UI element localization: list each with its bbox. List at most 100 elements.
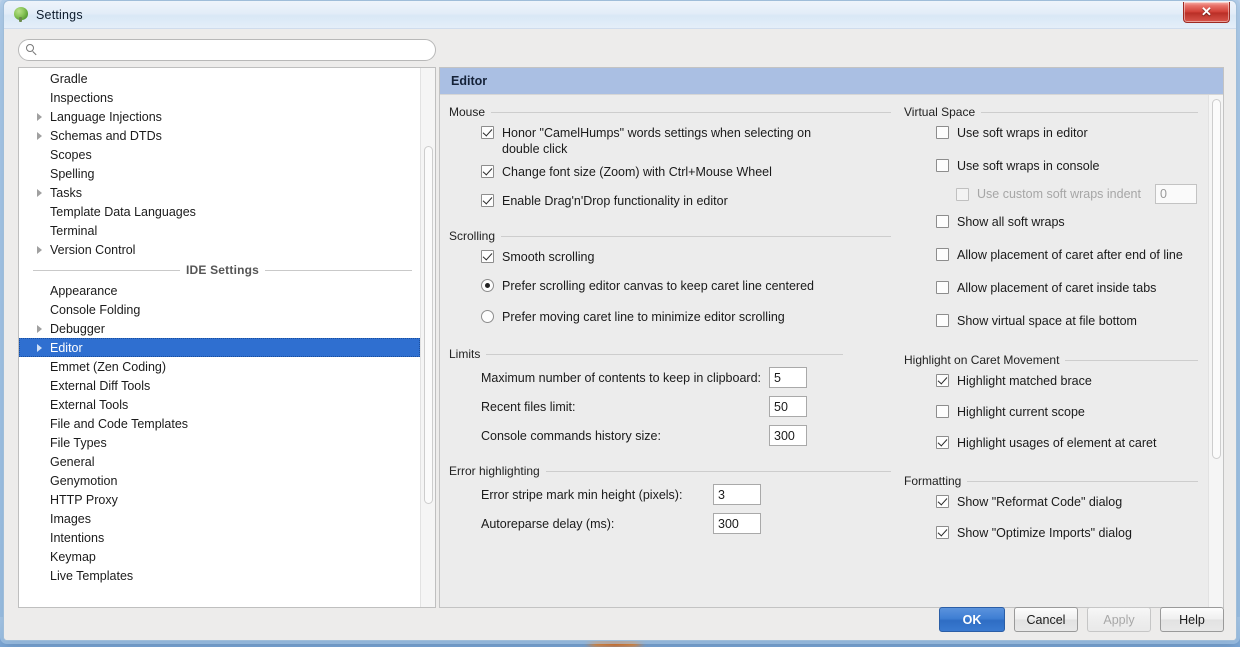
checkbox-highlight-matched-brace[interactable] — [936, 374, 949, 387]
option-show-optimize-imports-dialog[interactable]: Show "Optimize Imports" dialog — [904, 525, 1204, 547]
sidebar-item-gradle[interactable]: Gradle — [19, 69, 420, 88]
option-caret-inside-tabs[interactable]: Allow placement of caret inside tabs — [904, 280, 1204, 302]
option-virtual-space-file-bottom[interactable]: Show virtual space at file bottom — [904, 313, 1204, 335]
chevron-right-icon[interactable] — [33, 113, 46, 121]
sidebar-item-label: Scopes — [50, 147, 92, 162]
sidebar-item-template-data-languages[interactable]: Template Data Languages — [19, 202, 420, 221]
option-enable-dragndrop[interactable]: Enable Drag'n'Drop functionality in edit… — [449, 193, 897, 215]
sidebar-item-intentions[interactable]: Intentions — [19, 528, 420, 547]
input-recent-files-limit[interactable] — [769, 396, 807, 417]
group-label-scrolling: Scrolling — [449, 229, 496, 243]
sidebar-item-file-types[interactable]: File Types — [19, 433, 420, 452]
option-smooth-scrolling[interactable]: Smooth scrolling — [449, 249, 897, 271]
sidebar-item-external-diff-tools[interactable]: External Diff Tools — [19, 376, 420, 395]
sidebar-item-keymap[interactable]: Keymap — [19, 547, 420, 566]
sidebar-scrollbar-thumb[interactable] — [424, 146, 433, 504]
ok-button[interactable]: OK — [939, 607, 1005, 632]
sidebar-item-editor[interactable]: Editor — [19, 338, 420, 357]
sidebar-scrollbar[interactable] — [420, 68, 435, 607]
sidebar-item-external-tools[interactable]: External Tools — [19, 395, 420, 414]
option-label: Allow placement of caret after end of li… — [957, 248, 1183, 262]
checkbox-show-optimize-imports-dialog[interactable] — [936, 526, 949, 539]
checkbox-virtual-space-file-bottom[interactable] — [936, 314, 949, 327]
checkbox-enable-dragndrop[interactable] — [481, 194, 494, 207]
sidebar-item-console-folding[interactable]: Console Folding — [19, 300, 420, 319]
option-highlight-matched-brace[interactable]: Highlight matched brace — [904, 373, 1204, 395]
sidebar-item-label: Terminal — [50, 223, 98, 238]
close-button[interactable]: ✕ — [1183, 2, 1230, 23]
sidebar-item-scopes[interactable]: Scopes — [19, 145, 420, 164]
input-error-stripe-height[interactable] — [713, 484, 761, 505]
option-soft-wraps-console[interactable]: Use soft wraps in console — [904, 158, 1204, 180]
checkbox-highlight-usages[interactable] — [936, 436, 949, 449]
option-soft-wraps-editor[interactable]: Use soft wraps in editor — [904, 125, 1204, 147]
option-caret-after-eol[interactable]: Allow placement of caret after end of li… — [904, 247, 1204, 269]
input-clipboard-max[interactable] — [769, 367, 807, 388]
editor-settings-panel: Editor Mouse Honor "CamelHumps" words se… — [439, 67, 1224, 608]
checkbox-smooth-scrolling[interactable] — [481, 250, 494, 263]
help-button[interactable]: Help — [1160, 607, 1224, 632]
panel-scrollbar-thumb[interactable] — [1212, 99, 1221, 459]
option-label: Show "Optimize Imports" dialog — [957, 526, 1132, 540]
sidebar-item-file-and-code-templates[interactable]: File and Code Templates — [19, 414, 420, 433]
option-change-font-size[interactable]: Change font size (Zoom) with Ctrl+Mouse … — [449, 164, 897, 186]
radio-prefer-moving-caret[interactable] — [481, 310, 494, 323]
option-label: Use soft wraps in editor — [957, 126, 1088, 140]
input-autoreparse-delay[interactable] — [713, 513, 761, 534]
option-prefer-moving-caret[interactable]: Prefer moving caret line to minimize edi… — [449, 309, 897, 331]
sidebar-item-inspections[interactable]: Inspections — [19, 88, 420, 107]
group-rule — [501, 235, 891, 237]
search-input[interactable] — [38, 41, 435, 59]
sidebar-item-terminal[interactable]: Terminal — [19, 221, 420, 240]
sidebar-item-http-proxy[interactable]: HTTP Proxy — [19, 490, 420, 509]
group-label-formatting: Formatting — [904, 474, 962, 488]
group-mouse: Mouse Honor "CamelHumps" words settings … — [449, 105, 897, 215]
checkbox-highlight-current-scope[interactable] — [936, 405, 949, 418]
checkbox-honor-camelhumps[interactable] — [481, 126, 494, 139]
sidebar-item-emmet-zen-coding[interactable]: Emmet (Zen Coding) — [19, 357, 420, 376]
option-highlight-usages[interactable]: Highlight usages of element at caret — [904, 435, 1204, 457]
checkbox-soft-wraps-console[interactable] — [936, 159, 949, 172]
checkbox-show-all-soft-wraps[interactable] — [936, 215, 949, 228]
radio-prefer-scrolling-canvas[interactable] — [481, 279, 494, 292]
sidebar-item-tasks[interactable]: Tasks — [19, 183, 420, 202]
sidebar-item-live-templates[interactable]: Live Templates — [19, 566, 420, 585]
group-rule — [491, 111, 891, 113]
checkbox-soft-wraps-editor[interactable] — [936, 126, 949, 139]
sidebar-item-version-control[interactable]: Version Control — [19, 240, 420, 259]
option-show-all-soft-wraps[interactable]: Show all soft wraps — [904, 214, 1204, 236]
sidebar-item-genymotion[interactable]: Genymotion — [19, 471, 420, 490]
input-custom-soft-wraps-indent — [1154, 184, 1197, 204]
checkbox-caret-inside-tabs[interactable] — [936, 281, 949, 294]
search-box[interactable] — [18, 39, 436, 61]
option-label: Highlight current scope — [957, 405, 1085, 419]
field-console-history-size: Console commands history size: — [449, 425, 849, 446]
sidebar-item-spelling[interactable]: Spelling — [19, 164, 420, 183]
option-prefer-scrolling-canvas[interactable]: Prefer scrolling editor canvas to keep c… — [449, 278, 897, 300]
option-highlight-current-scope[interactable]: Highlight current scope — [904, 404, 1204, 426]
checkbox-caret-after-eol[interactable] — [936, 248, 949, 261]
sidebar-item-debugger[interactable]: Debugger — [19, 319, 420, 338]
chevron-right-icon[interactable] — [33, 246, 46, 254]
field-label: Maximum number of contents to keep in cl… — [481, 370, 761, 385]
chevron-right-icon[interactable] — [33, 132, 46, 140]
sidebar-item-label: Images — [50, 511, 91, 526]
sidebar-item-appearance[interactable]: Appearance — [19, 281, 420, 300]
panel-scrollbar[interactable] — [1208, 95, 1223, 608]
checkbox-show-reformat-code-dialog[interactable] — [936, 495, 949, 508]
chevron-right-icon[interactable] — [33, 189, 46, 197]
input-console-history-size[interactable] — [769, 425, 807, 446]
sidebar-item-language-injections[interactable]: Language Injections — [19, 107, 420, 126]
option-honor-camelhumps[interactable]: Honor "CamelHumps" words settings when s… — [449, 125, 897, 157]
chevron-right-icon[interactable] — [33, 325, 46, 333]
title-bar: Settings ✕ — [4, 1, 1236, 29]
sidebar-item-images[interactable]: Images — [19, 509, 420, 528]
sidebar-item-general[interactable]: General — [19, 452, 420, 471]
cancel-button[interactable]: Cancel — [1014, 607, 1078, 632]
sidebar-item-schemas-and-dtds[interactable]: Schemas and DTDs — [19, 126, 420, 145]
chevron-right-icon[interactable] — [33, 344, 46, 352]
option-label: Use custom soft wraps indent — [977, 187, 1141, 201]
checkbox-change-font-size[interactable] — [481, 165, 494, 178]
separator-rule — [33, 269, 180, 271]
option-show-reformat-code-dialog[interactable]: Show "Reformat Code" dialog — [904, 494, 1204, 516]
